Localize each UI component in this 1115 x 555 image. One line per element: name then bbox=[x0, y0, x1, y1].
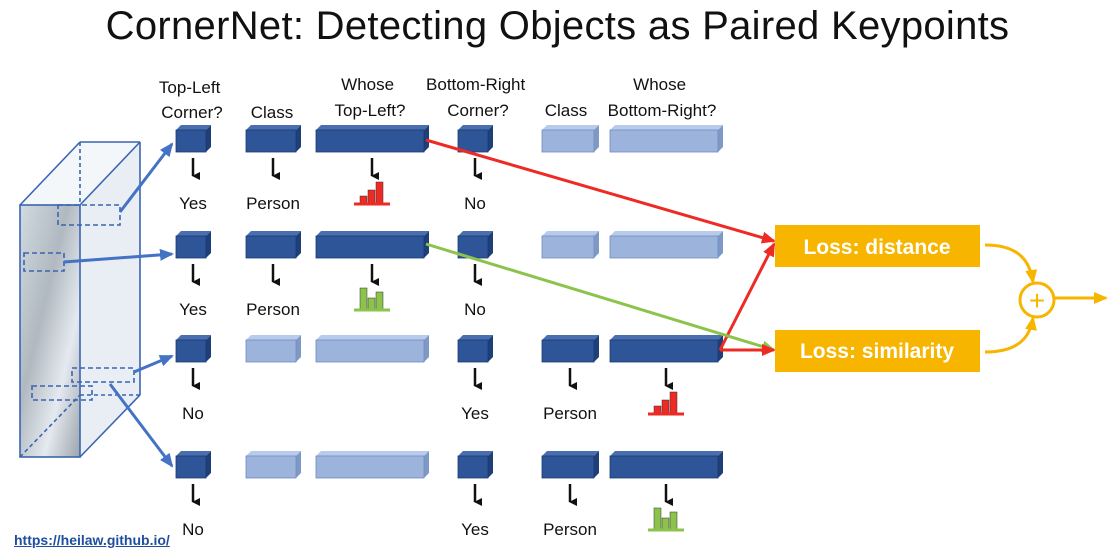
header-class-1: Class bbox=[251, 103, 294, 122]
row-4-hist2-histogram-icon bbox=[648, 507, 684, 532]
row-3-class2-label: Person bbox=[543, 404, 597, 423]
loss-similarity-box: Loss: similarity bbox=[775, 330, 980, 372]
row-3-class1-block bbox=[245, 335, 301, 363]
row-4-hist2-block bbox=[609, 451, 723, 479]
row-3-br-block bbox=[457, 335, 493, 363]
row-1-hist1-block bbox=[315, 125, 429, 153]
loss-similarity-label: Loss: similarity bbox=[800, 340, 954, 363]
row-1-class1-block bbox=[245, 125, 301, 153]
row-4-class2-label: Person bbox=[543, 520, 597, 539]
similarity-arrow-from-row-2 bbox=[425, 242, 776, 353]
row-3-hist1-block bbox=[315, 335, 429, 363]
row-4-tl-label: No bbox=[182, 520, 204, 539]
similarity-to-sum-arrow bbox=[984, 316, 1037, 354]
row-2-br-label: No bbox=[464, 300, 486, 319]
row-1-tl-block bbox=[175, 125, 211, 153]
row-3-hist2-histogram-icon bbox=[648, 391, 684, 416]
row-1-class2-block bbox=[541, 125, 599, 153]
header-whose-bottom-right: Whose Bottom-Right? bbox=[608, 75, 717, 120]
row-1-class1-label: Person bbox=[246, 194, 300, 213]
loss-distance-label: Loss: distance bbox=[803, 236, 950, 259]
row-4-hist1-block bbox=[315, 451, 429, 479]
input-image-face bbox=[20, 205, 80, 457]
distance-arrow-from-row-3 bbox=[718, 242, 776, 351]
row-1-br-label: No bbox=[464, 194, 486, 213]
header-whose-top-left: Whose Top-Left? bbox=[335, 75, 406, 120]
distance-arrow-from-row-1 bbox=[425, 138, 776, 244]
cornernet-diagram: Top-Left Corner? Class Whose Top-Left? B… bbox=[19, 75, 1108, 539]
row-2-hist1-histogram-icon bbox=[354, 287, 390, 312]
row-3-tl-block bbox=[175, 335, 211, 363]
row-2-class1-block bbox=[245, 231, 301, 259]
row-2-hist2-block bbox=[609, 231, 723, 259]
row-2-tl-block bbox=[175, 231, 211, 259]
row-1-tl-label: Yes bbox=[179, 194, 207, 213]
loss-distance-box: Loss: distance bbox=[775, 225, 980, 267]
row-1-br-block bbox=[457, 125, 493, 153]
row-3-tl-label: No bbox=[182, 404, 204, 423]
distance-to-sum-arrow bbox=[984, 243, 1038, 284]
row-1-hist1-histogram-icon bbox=[354, 181, 390, 206]
row-2-class1-label: Person bbox=[246, 300, 300, 319]
row-2-tl-label: Yes bbox=[179, 300, 207, 319]
row-1-hist2-block bbox=[609, 125, 723, 153]
row-4-tl-block bbox=[175, 451, 211, 479]
row-3-br-label: Yes bbox=[461, 404, 489, 423]
feature-map-volume bbox=[19, 141, 141, 458]
plus-icon: + bbox=[1029, 285, 1045, 316]
header-class-2: Class bbox=[545, 101, 588, 120]
row-4-br-label: Yes bbox=[461, 520, 489, 539]
row-3-class2-block bbox=[541, 335, 599, 363]
header-bottom-right-corner: Bottom-Right Corner? bbox=[426, 75, 530, 120]
row-2-hist1-block bbox=[315, 231, 429, 259]
row-3-hist2-block bbox=[609, 335, 723, 363]
row-2-class2-block bbox=[541, 231, 599, 259]
header-top-left-corner: Top-Left Corner? bbox=[159, 78, 225, 122]
project-link[interactable]: https://heilaw.github.io/ bbox=[14, 532, 170, 548]
sum-node: + bbox=[1018, 281, 1056, 319]
row-4-class2-block bbox=[541, 451, 599, 479]
feature-arrow-row-4 bbox=[108, 383, 174, 468]
row-4-br-block bbox=[457, 451, 493, 479]
row-4-class1-block bbox=[245, 451, 301, 479]
